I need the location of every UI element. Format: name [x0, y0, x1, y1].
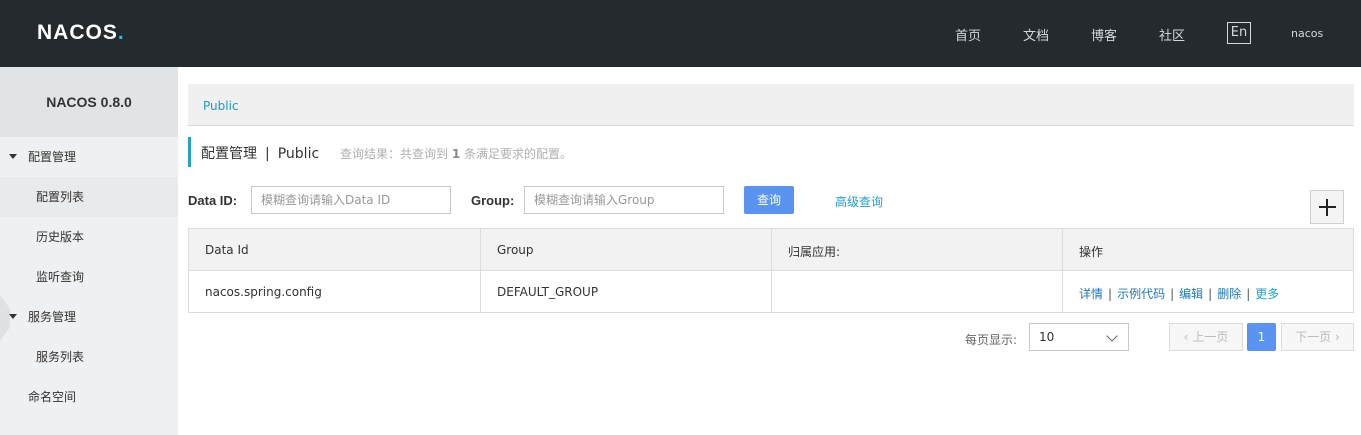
op-separator: |	[1246, 287, 1251, 301]
title-separator: |	[265, 146, 270, 162]
column-divider	[771, 229, 772, 312]
current-page-button[interactable]: 1	[1247, 323, 1276, 351]
add-config-button[interactable]	[1310, 190, 1344, 224]
caret-down-icon	[9, 154, 17, 159]
sidebar-item-service-list[interactable]: 服务列表	[0, 337, 178, 377]
op-more-link[interactable]: 更多	[1255, 287, 1279, 301]
sidebar-group-label: 配置管理	[28, 150, 77, 164]
op-sample-code-link[interactable]: 示例代码	[1117, 287, 1165, 301]
cell-data-id: nacos.spring.config	[205, 285, 322, 299]
data-id-label: Data ID:	[188, 193, 238, 208]
title-accent-bar	[188, 137, 191, 167]
chevron-down-icon	[1106, 330, 1118, 342]
header-data-id: Data Id	[205, 243, 249, 257]
nav-home[interactable]: 首页	[955, 25, 981, 44]
language-toggle-button[interactable]: En	[1227, 22, 1251, 44]
page-title-text: 配置管理	[201, 146, 257, 162]
op-detail-link[interactable]: 详情	[1079, 287, 1103, 301]
chevron-left-icon: ‹	[1183, 330, 1189, 344]
nav-blog[interactable]: 博客	[1091, 25, 1117, 44]
result-suffix: 条满足要求的配置。	[464, 147, 573, 161]
group-label: Group:	[471, 193, 515, 208]
sidebar-item-namespace[interactable]: 命名空间	[0, 377, 178, 417]
column-divider	[480, 229, 481, 312]
sidebar-item-history[interactable]: 历史版本	[0, 217, 178, 257]
page-size-select[interactable]: 10	[1029, 323, 1129, 351]
sidebar-group-label: 服务管理	[28, 310, 77, 324]
header-operations: 操作	[1079, 245, 1104, 259]
logo-dot: .	[117, 21, 125, 44]
op-separator: |	[1208, 287, 1213, 301]
top-header: NACOS. 首页 文档 博客 社区 En nacos	[0, 0, 1361, 67]
result-prefix: 查询结果：共查询到	[340, 147, 449, 161]
page-title-namespace: Public	[277, 146, 320, 162]
prev-page-button[interactable]: ‹ 上一页	[1169, 323, 1243, 351]
sidebar-group-config[interactable]: 配置管理	[0, 137, 178, 177]
sidebar-item-config-list[interactable]: 配置列表	[0, 177, 178, 217]
header-app: 归属应用:	[788, 245, 841, 259]
sidebar-title: NACOS 0.8.0	[0, 67, 178, 137]
query-button[interactable]: 查询	[744, 186, 794, 214]
nacos-logo[interactable]: NACOS.	[37, 19, 125, 47]
logo-text: NACOS	[37, 21, 118, 44]
cell-group: DEFAULT_GROUP	[497, 285, 599, 299]
namespace-bar: Public	[188, 84, 1354, 126]
advanced-query-link[interactable]: 高级查询	[835, 193, 883, 210]
page-size-value: 10	[1039, 330, 1055, 344]
user-name[interactable]: nacos	[1291, 27, 1323, 40]
nav-community[interactable]: 社区	[1159, 25, 1185, 44]
page-size-label: 每页显示:	[965, 333, 1018, 347]
column-divider	[1062, 229, 1063, 312]
op-separator: |	[1170, 287, 1175, 301]
sidebar-group-service[interactable]: 服务管理	[0, 297, 178, 337]
chevron-right-icon: ›	[1335, 330, 1340, 344]
row-operations: 详情 | 示例代码 | 编辑 | 删除 | 更多	[1079, 285, 1279, 302]
page-title: 配置管理 | Public	[201, 143, 319, 163]
next-page-label: 下一页	[1295, 330, 1332, 344]
caret-down-icon	[9, 314, 17, 319]
sidebar: NACOS 0.8.0 配置管理 配置列表 历史版本 监听查询 服务管理 服务列…	[0, 67, 178, 435]
data-id-input[interactable]: 模糊查询请输入Data ID	[251, 186, 451, 214]
result-count: 1	[451, 147, 461, 161]
op-delete-link[interactable]: 删除	[1217, 287, 1241, 301]
config-table: Data Id Group 归属应用: 操作 nacos.spring.conf…	[188, 228, 1354, 313]
nav-docs[interactable]: 文档	[1023, 25, 1049, 44]
query-result-summary: 查询结果：共查询到 1 条满足要求的配置。	[340, 145, 572, 162]
op-edit-link[interactable]: 编辑	[1179, 287, 1203, 301]
header-group: Group	[497, 243, 534, 257]
op-separator: |	[1108, 287, 1113, 301]
namespace-tab-public[interactable]: Public	[203, 99, 239, 113]
group-input[interactable]: 模糊查询请输入Group	[524, 186, 724, 214]
sidebar-item-listener-query[interactable]: 监听查询	[0, 257, 178, 297]
next-page-button[interactable]: 下一页 ›	[1281, 323, 1354, 351]
prev-page-label: 上一页	[1192, 330, 1229, 344]
